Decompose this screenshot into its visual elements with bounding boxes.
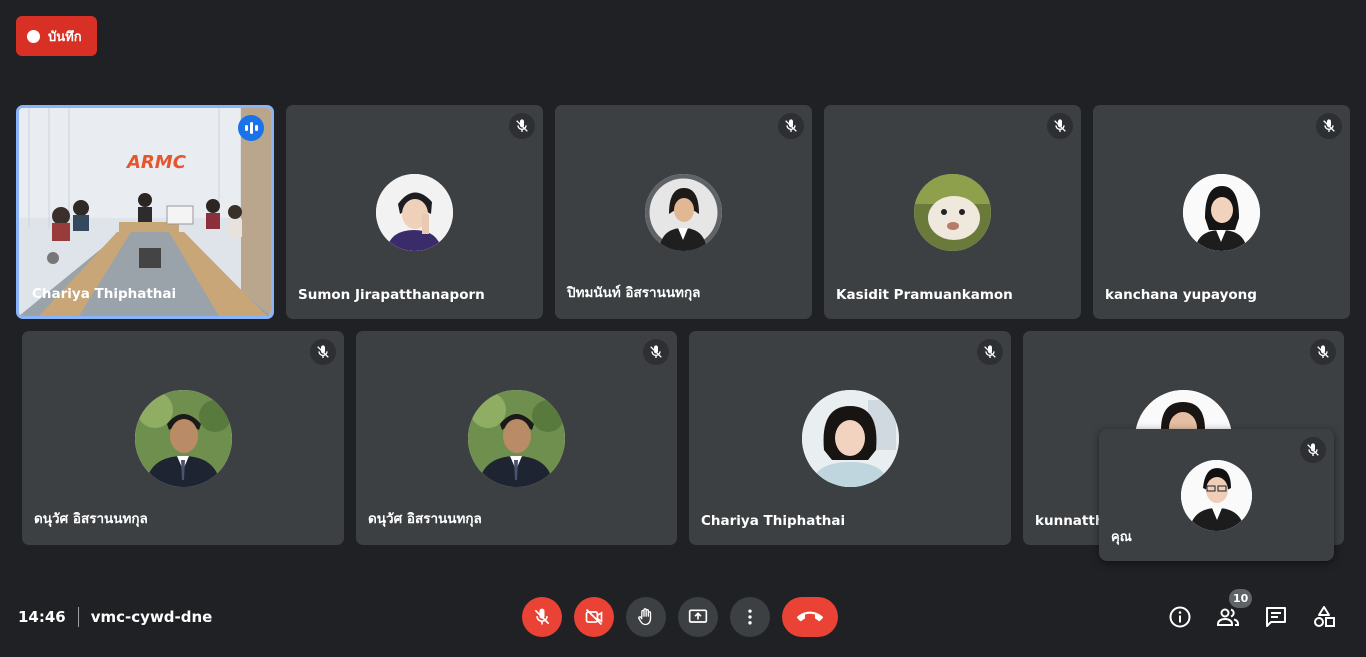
mic-off-icon [977,339,1003,365]
meeting-info: 14:46 vmc-cywd-dne [18,606,212,628]
participant-tile[interactable]: Sumon Jirapatthanaporn [286,105,543,319]
participant-tile[interactable]: Kasidit Pramuankamon [824,105,1081,319]
participant-name: Chariya Thiphathai [32,286,177,302]
chat-button[interactable] [1263,604,1289,630]
meeting-code: vmc-cywd-dne [90,608,213,626]
mic-off-icon [509,113,535,139]
people-icon [1217,608,1239,626]
present-screen-button[interactable] [678,597,718,637]
mic-off-icon [778,113,804,139]
mic-off-icon [534,608,550,625]
record-button[interactable]: บันทึก [16,16,97,56]
self-view-tile[interactable]: คุณ [1099,429,1334,561]
activities-icon [1314,606,1335,627]
mic-off-icon [1047,113,1073,139]
participant-count-badge: 10 [1229,589,1253,608]
participant-name: Sumon Jirapatthanaporn [298,287,485,303]
participant-tile-video[interactable]: ARMC Chariya Thiphathai [16,105,274,319]
video-sign-text: ARMC [127,152,186,173]
camera-toggle-button[interactable] [574,597,614,637]
mic-toggle-button[interactable] [522,597,562,637]
participant-tile[interactable]: ดนุวัศ อิสรานนทกุล [22,331,344,545]
participant-tile[interactable]: kanchana yupayong [1093,105,1350,319]
participant-tile[interactable]: ปิทมนันท์ อิสรานนทกุล [555,105,812,319]
participant-name: ดนุวัศ อิสรานนทกุล [368,511,482,527]
record-dot-icon [27,29,40,43]
meeting-details-button[interactable] [1167,604,1193,630]
self-avatar [1181,460,1252,531]
avatar [376,174,453,251]
record-button-label: บันทึก [48,29,82,45]
speaking-indicator-icon [238,115,264,141]
mic-off-icon [1316,113,1342,139]
participant-name: kanchana yupayong [1105,287,1257,303]
avatar [1183,174,1260,251]
more-options-icon [748,609,752,625]
more-options-button[interactable] [730,597,770,637]
present-screen-icon [688,609,708,623]
participant-tile[interactable]: ดนุวัศ อิสรานนทกุล [356,331,677,545]
mic-off-icon [310,339,336,365]
participant-tile[interactable]: Chariya Thiphathai [689,331,1011,545]
raise-hand-icon [638,608,652,626]
participant-name: ปิทมนันท์ อิสรานนทกุล [567,285,701,301]
avatar [468,390,565,487]
divider [77,607,79,627]
participant-name: Kasidit Pramuankamon [836,287,1013,303]
end-call-button[interactable] [782,597,838,637]
mic-off-icon [1310,339,1336,365]
participant-name: ดนุวัศ อิสรานนทกุล [34,511,148,527]
avatar [802,390,899,487]
participant-name: Chariya Thiphathai [701,513,846,529]
avatar [914,174,991,251]
info-icon [1169,606,1191,628]
end-call-icon [797,611,823,622]
mic-off-icon [1300,437,1326,463]
mic-off-icon [643,339,669,365]
avatar [135,390,232,487]
conference-room-video [19,108,271,316]
activities-button[interactable] [1311,604,1337,630]
chat-icon [1266,607,1286,627]
avatar [645,174,722,251]
self-view-name: คุณ [1111,530,1132,545]
camera-off-icon [585,608,603,626]
raise-hand-button[interactable] [626,597,666,637]
meeting-time: 14:46 [18,608,66,626]
